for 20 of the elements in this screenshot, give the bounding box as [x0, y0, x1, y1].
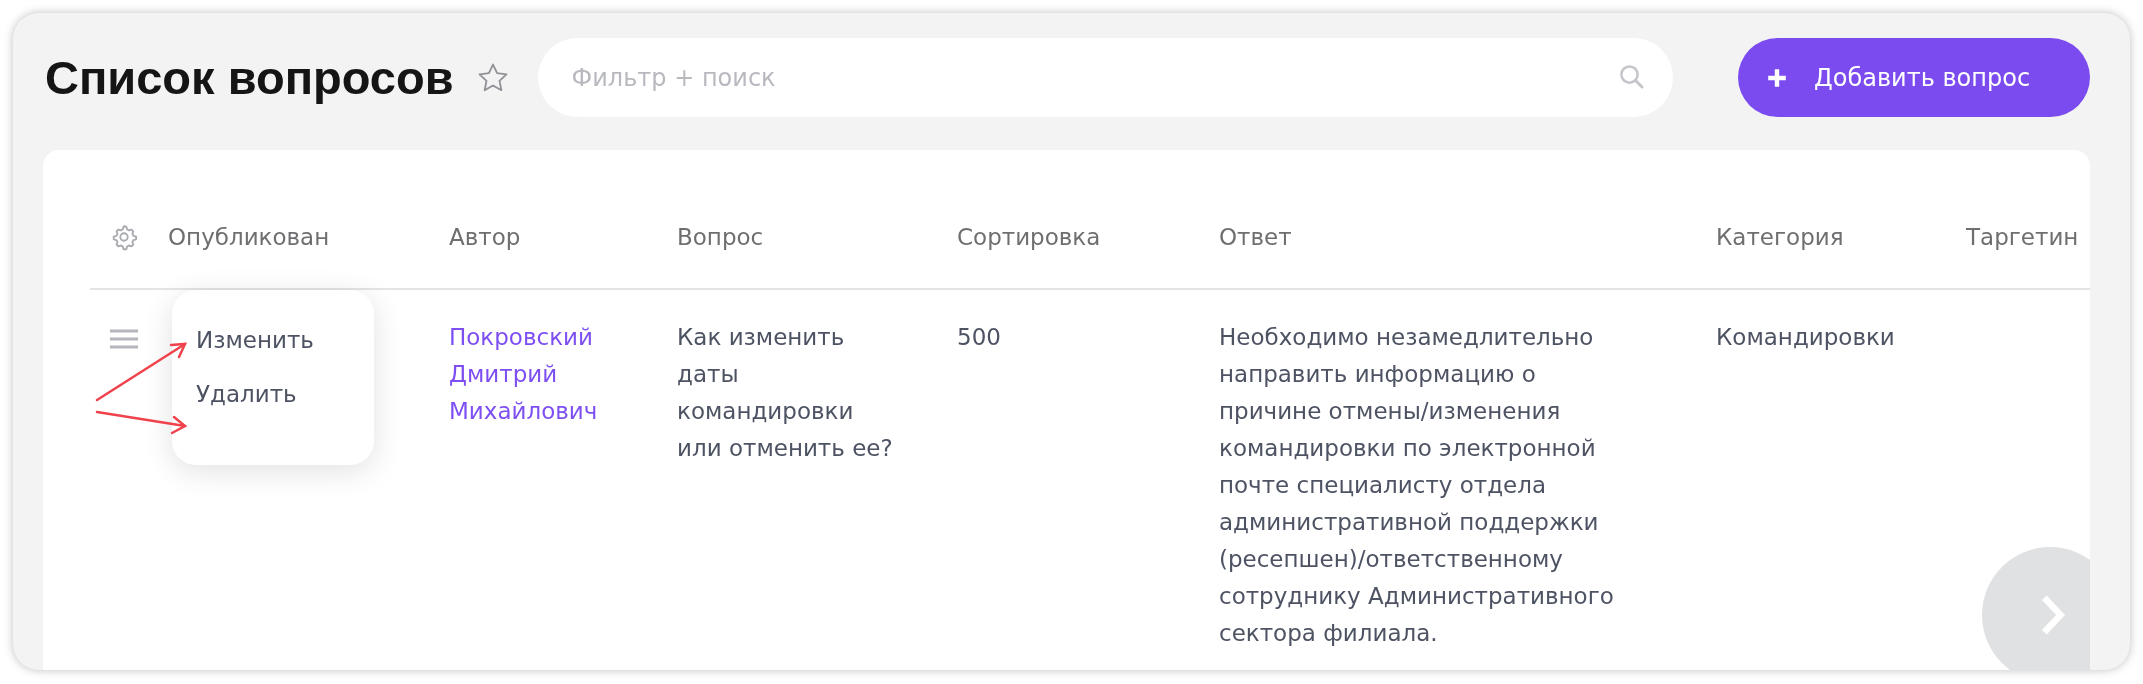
table-cell-text: Как изменить даты командировки или отменить ее? [677, 323, 894, 463]
menu-item[interactable]: Изменить [196, 322, 374, 358]
column-header[interactable]: Сортировка [957, 224, 1219, 250]
column-header[interactable]: Опубликован [168, 224, 449, 250]
search-field[interactable]: Фильтр + поиск [537, 38, 1673, 117]
table-cell-text: 500 [957, 323, 1002, 352]
plus-icon [1766, 66, 1788, 89]
menu-icon[interactable] [110, 329, 138, 349]
table-cell-text: Командировки [1716, 323, 1896, 352]
column-header[interactable]: Вопрос [677, 224, 957, 250]
author-link[interactable]: Покровский Дмитрий Михайлович [449, 319, 677, 652]
column-header[interactable]: Автор [449, 224, 677, 250]
column-header[interactable]: Ответ [1219, 224, 1716, 250]
page-title: Список вопросов [45, 50, 454, 105]
add-question-button[interactable]: Добавить вопрос [1738, 38, 2090, 117]
column-header[interactable]: Таргетин [1966, 224, 2090, 250]
table-cell-text: Необходимо незамедлительно направить информацию о причине отмены/изменения командировки по электронной почте специалисту отдела административной поддержки (ресепшен)/ответственному сотруднику Административного сектора филиала. [1219, 323, 1615, 648]
column-header[interactable]: Категория [1716, 224, 1966, 250]
menu-item[interactable]: Удалить [196, 376, 374, 412]
settings-icon[interactable] [110, 223, 138, 251]
